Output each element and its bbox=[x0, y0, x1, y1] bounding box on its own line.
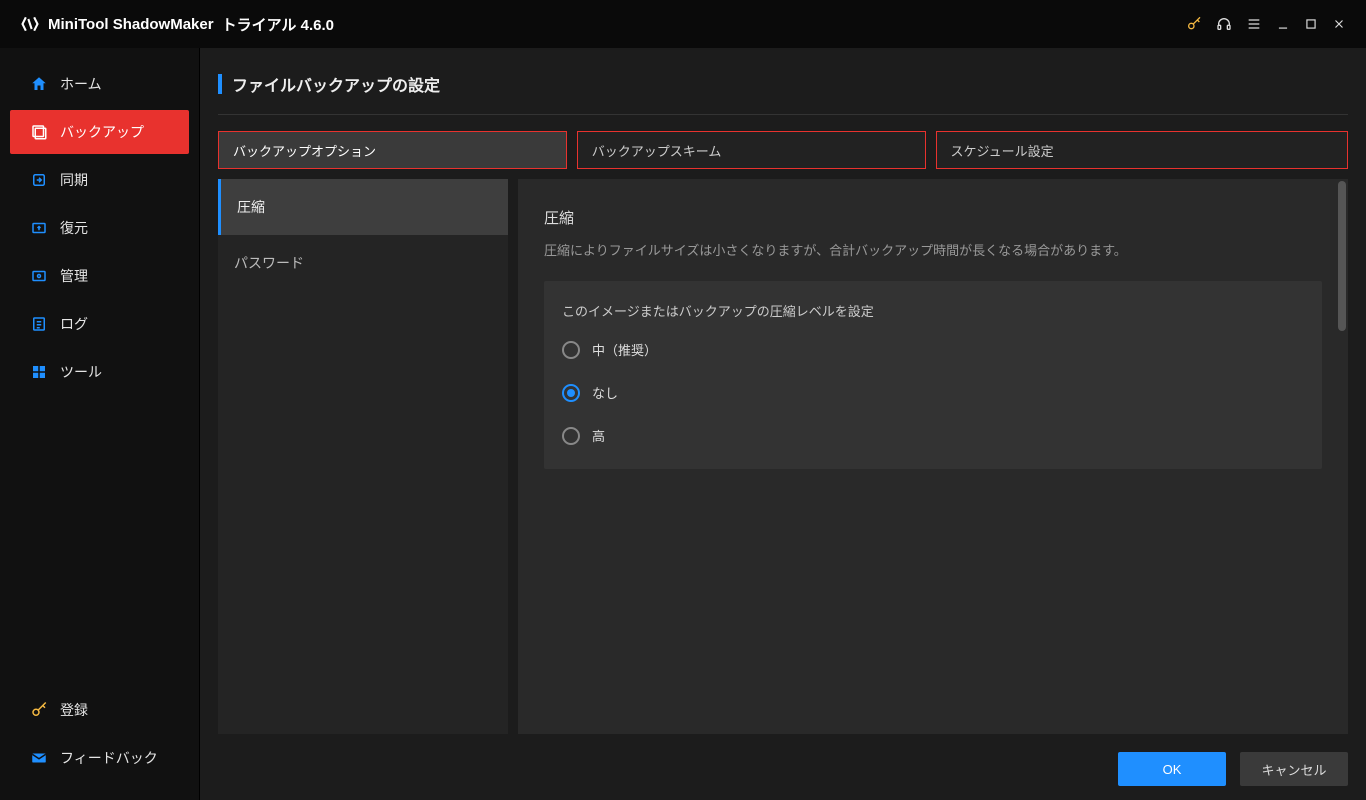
ok-button[interactable]: OK bbox=[1118, 752, 1226, 786]
sidebar-bottom-list: 登録 フィードバック bbox=[0, 686, 199, 788]
minimize-icon[interactable] bbox=[1276, 17, 1290, 31]
radio-icon bbox=[562, 427, 580, 445]
radio-label: 高 bbox=[592, 426, 605, 445]
sidebar-item-label: フィードバック bbox=[60, 748, 158, 768]
button-label: キャンセル bbox=[1261, 760, 1326, 779]
button-label: OK bbox=[1163, 762, 1182, 777]
title-bar: MiniTool ShadowMaker トライアル 4.6.0 bbox=[0, 0, 1366, 48]
option-list: 圧縮 パスワード bbox=[218, 179, 508, 734]
title-right bbox=[1186, 16, 1346, 32]
option-item-password[interactable]: パスワード bbox=[218, 235, 508, 291]
tab-backup-options[interactable]: バックアップオプション bbox=[218, 131, 567, 169]
app-name: MiniTool ShadowMaker bbox=[48, 16, 214, 33]
cancel-button[interactable]: キャンセル bbox=[1240, 752, 1348, 786]
headset-icon[interactable] bbox=[1216, 16, 1232, 32]
app-logo-icon bbox=[20, 14, 40, 34]
sidebar-item-label: ログ bbox=[60, 314, 88, 334]
sidebar-item-feedback[interactable]: フィードバック bbox=[10, 736, 189, 780]
radio-label: 中（推奨） bbox=[592, 340, 657, 359]
body-split: 圧縮 パスワード 圧縮 圧縮によりファイルサイズは小さくなりますが、合計バックア… bbox=[218, 179, 1348, 734]
sidebar-main-list: ホーム バックアップ 同期 復元 bbox=[0, 60, 199, 396]
home-icon bbox=[30, 75, 48, 93]
tab-label: バックアップスキーム bbox=[592, 141, 722, 160]
feedback-mail-icon bbox=[30, 749, 48, 767]
tools-icon bbox=[30, 363, 48, 381]
footer: OK キャンセル bbox=[218, 734, 1348, 786]
radio-icon bbox=[562, 384, 580, 402]
menu-icon[interactable] bbox=[1246, 16, 1262, 32]
log-icon bbox=[30, 315, 48, 333]
tab-backup-scheme[interactable]: バックアップスキーム bbox=[577, 131, 926, 169]
sidebar-item-label: ツール bbox=[60, 362, 102, 382]
group-title: このイメージまたはバックアップの圧縮レベルを設定 bbox=[562, 301, 1304, 320]
radio-icon bbox=[562, 341, 580, 359]
sidebar-item-label: 復元 bbox=[60, 218, 88, 238]
sidebar-item-restore[interactable]: 復元 bbox=[10, 206, 189, 250]
tab-bar: バックアップオプション バックアップスキーム スケジュール設定 bbox=[218, 131, 1348, 169]
sidebar-item-home[interactable]: ホーム bbox=[10, 62, 189, 106]
sidebar-item-label: 同期 bbox=[60, 170, 88, 190]
detail-description: 圧縮によりファイルサイズは小さくなりますが、合計バックアップ時間が長くなる場合が… bbox=[544, 240, 1322, 259]
sidebar-item-log[interactable]: ログ bbox=[10, 302, 189, 346]
radio-option-high[interactable]: 高 bbox=[562, 426, 1304, 445]
sidebar-item-label: 登録 bbox=[60, 700, 88, 720]
compression-group: このイメージまたはバックアップの圧縮レベルを設定 中（推奨） なし 高 bbox=[544, 281, 1322, 469]
sidebar-item-register[interactable]: 登録 bbox=[10, 688, 189, 732]
detail-panel: 圧縮 圧縮によりファイルサイズは小さくなりますが、合計バックアップ時間が長くなる… bbox=[518, 179, 1348, 734]
page-header-mark bbox=[218, 74, 222, 94]
sidebar-item-tools[interactable]: ツール bbox=[10, 350, 189, 394]
sidebar-item-label: 管理 bbox=[60, 266, 88, 286]
restore-icon bbox=[30, 219, 48, 237]
key-icon[interactable] bbox=[1186, 16, 1202, 32]
page-header: ファイルバックアップの設定 bbox=[218, 72, 1348, 115]
page-title: ファイルバックアップの設定 bbox=[232, 72, 440, 96]
radio-dot bbox=[567, 389, 575, 397]
close-icon[interactable] bbox=[1332, 17, 1346, 31]
tab-schedule[interactable]: スケジュール設定 bbox=[936, 131, 1349, 169]
title-left: MiniTool ShadowMaker トライアル 4.6.0 bbox=[20, 14, 334, 35]
manage-icon bbox=[30, 267, 48, 285]
option-item-label: パスワード bbox=[234, 255, 304, 271]
detail-scrollbar[interactable] bbox=[1338, 181, 1346, 331]
detail-title: 圧縮 bbox=[544, 207, 1322, 228]
sidebar-item-sync[interactable]: 同期 bbox=[10, 158, 189, 202]
backup-icon bbox=[30, 123, 48, 141]
sidebar-item-manage[interactable]: 管理 bbox=[10, 254, 189, 298]
sidebar-item-label: ホーム bbox=[60, 74, 102, 94]
register-key-icon bbox=[30, 701, 48, 719]
main-panel: ファイルバックアップの設定 バックアップオプション バックアップスキーム スケジ… bbox=[200, 48, 1366, 800]
tab-label: バックアップオプション bbox=[233, 141, 376, 160]
option-item-compression[interactable]: 圧縮 bbox=[218, 179, 508, 235]
radio-option-medium[interactable]: 中（推奨） bbox=[562, 340, 1304, 359]
sync-icon bbox=[30, 171, 48, 189]
tab-label: スケジュール設定 bbox=[951, 141, 1054, 160]
sidebar-item-label: バックアップ bbox=[60, 122, 144, 142]
sidebar: ホーム バックアップ 同期 復元 bbox=[0, 48, 200, 800]
maximize-icon[interactable] bbox=[1304, 17, 1318, 31]
app-edition: トライアル 4.6.0 bbox=[222, 14, 334, 35]
sidebar-item-backup[interactable]: バックアップ bbox=[10, 110, 189, 154]
radio-option-none[interactable]: なし bbox=[562, 383, 1304, 402]
option-item-label: 圧縮 bbox=[237, 199, 265, 215]
radio-label: なし bbox=[592, 383, 618, 402]
